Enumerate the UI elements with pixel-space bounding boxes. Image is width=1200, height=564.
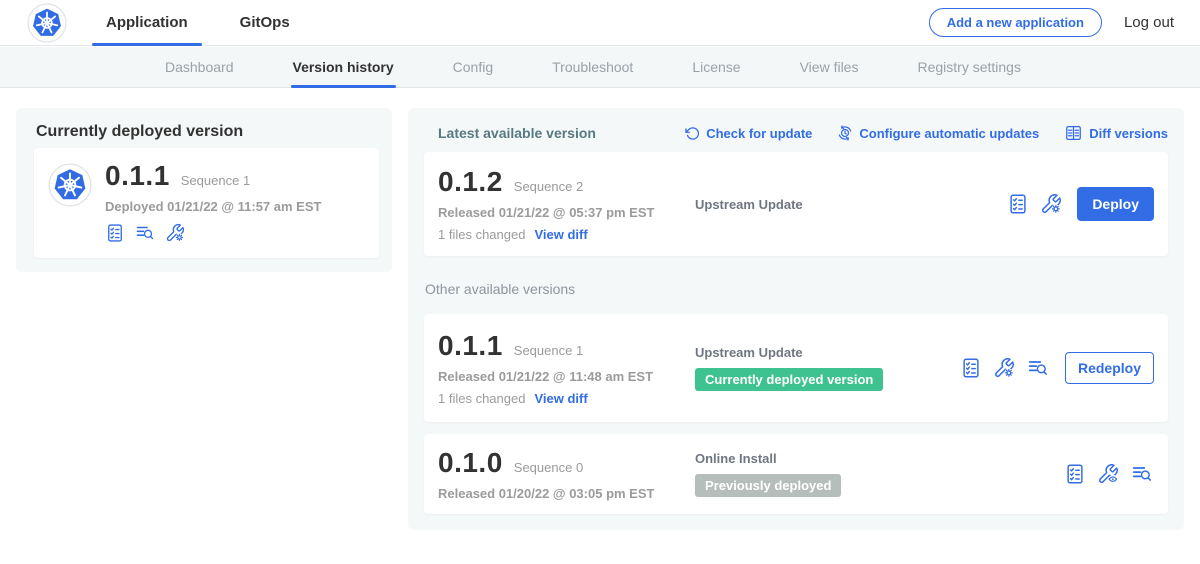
tab-application[interactable]: Application (92, 0, 202, 45)
subnav-config-label: Config (453, 59, 493, 75)
subnav-view-files[interactable]: View files (800, 47, 859, 87)
refresh-icon (685, 126, 700, 141)
subnav-dashboard[interactable]: Dashboard (165, 47, 234, 87)
currently-deployed-panel: Currently deployed version 0.1.1 Sequenc… (16, 108, 392, 272)
version-info: 0.1.1 Sequence 1 Released 01/21/22 @ 11:… (438, 330, 695, 406)
subnav-config[interactable]: Config (453, 47, 493, 87)
version-row-0.1.0: 0.1.0 Sequence 0 Released 01/20/22 @ 03:… (424, 434, 1168, 514)
app-logo-icon (48, 163, 92, 207)
edit-config-icon[interactable] (1040, 193, 1062, 215)
view-diff-link[interactable]: View diff (534, 391, 587, 406)
subnav-registry-settings[interactable]: Registry settings (917, 47, 1020, 87)
deployed-version-number: 0.1.1 (105, 160, 170, 192)
subnav-troubleshoot[interactable]: Troubleshoot (552, 47, 633, 87)
version-number: 0.1.1 (438, 330, 503, 362)
configure-automatic-updates-label: Configure automatic updates (859, 126, 1039, 141)
latest-version-header: Latest available version Check for updat… (438, 124, 1168, 142)
app-subnav: Dashboard Version history Config Trouble… (0, 47, 1200, 88)
subnav-license[interactable]: License (692, 47, 740, 87)
deployed-timestamp: Deployed 01/21/22 @ 11:57 am EST (105, 199, 321, 214)
other-versions-title: Other available versions (425, 281, 575, 297)
view-logs-icon[interactable] (134, 223, 156, 243)
top-header: Application GitOps Add a new application… (0, 0, 1200, 46)
edit-config-icon[interactable] (993, 357, 1015, 379)
diff-versions-link[interactable]: Diff versions (1064, 124, 1168, 142)
preflight-checks-icon[interactable] (960, 357, 982, 379)
currently-deployed-badge: Currently deployed version (695, 368, 883, 391)
logout-link[interactable]: Log out (1124, 14, 1174, 31)
source-label: Online Install (695, 451, 905, 466)
version-source: Upstream Update (695, 197, 905, 212)
deployed-sequence: Sequence 1 (181, 173, 250, 188)
version-row-0.1.1: 0.1.1 Sequence 1 Released 01/21/22 @ 11:… (424, 314, 1168, 422)
check-for-update-link[interactable]: Check for update (685, 126, 812, 141)
release-timestamp: Released 01/21/22 @ 11:48 am EST (438, 369, 695, 384)
edit-config-icon[interactable] (165, 223, 185, 243)
version-number: 0.1.2 (438, 166, 503, 198)
latest-version-title: Latest available version (438, 125, 596, 141)
deployed-icon-actions (105, 223, 321, 243)
diff-versions-label: Diff versions (1089, 126, 1168, 141)
add-application-button[interactable]: Add a new application (929, 8, 1102, 37)
tab-gitops-label: GitOps (240, 14, 290, 31)
version-info: 0.1.2 Sequence 2 Released 01/21/22 @ 05:… (438, 166, 695, 242)
subnav-view-files-label: View files (800, 59, 859, 75)
files-changed-label: 1 files changed (438, 227, 525, 242)
version-row-actions: Redeploy (960, 352, 1154, 384)
version-source: Online Install Previously deployed (695, 451, 905, 497)
preflight-checks-icon[interactable] (1007, 193, 1029, 215)
configure-automatic-updates-link[interactable]: Configure automatic updates (837, 125, 1039, 141)
view-logs-icon[interactable] (1130, 463, 1154, 485)
preflight-checks-icon[interactable] (1064, 463, 1086, 485)
subnav-license-label: License (692, 59, 740, 75)
version-row-actions (1064, 463, 1154, 485)
view-diff-link[interactable]: View diff (534, 227, 587, 242)
subnav-troubleshoot-label: Troubleshoot (552, 59, 633, 75)
deployed-version-info: 0.1.1 Sequence 1 Deployed 01/21/22 @ 11:… (105, 160, 321, 246)
subnav-version-history[interactable]: Version history (293, 47, 394, 87)
previously-deployed-badge: Previously deployed (695, 474, 841, 497)
version-info: 0.1.0 Sequence 0 Released 01/20/22 @ 03:… (438, 447, 695, 501)
release-timestamp: Released 01/20/22 @ 03:05 pm EST (438, 486, 695, 501)
version-sequence: Sequence 0 (514, 460, 583, 475)
clock-refresh-icon (837, 125, 853, 141)
version-row-actions: Deploy (1007, 187, 1154, 221)
redeploy-button[interactable]: Redeploy (1065, 352, 1154, 384)
view-logs-icon[interactable] (1026, 357, 1050, 379)
view-config-icon[interactable] (1097, 463, 1119, 485)
version-sequence: Sequence 1 (514, 343, 583, 358)
version-number: 0.1.0 (438, 447, 503, 479)
kubernetes-logo-icon (27, 3, 67, 43)
preflight-checks-icon[interactable] (105, 223, 125, 243)
deploy-button[interactable]: Deploy (1077, 187, 1154, 221)
files-changed-label: 1 files changed (438, 391, 525, 406)
tab-gitops[interactable]: GitOps (226, 0, 304, 45)
release-timestamp: Released 01/21/22 @ 05:37 pm EST (438, 205, 695, 220)
version-row-0.1.2: 0.1.2 Sequence 2 Released 01/21/22 @ 05:… (424, 152, 1168, 256)
currently-deployed-title: Currently deployed version (36, 123, 243, 141)
subnav-dashboard-label: Dashboard (165, 59, 234, 75)
source-label: Upstream Update (695, 345, 905, 360)
version-actions: Check for update Configure automatic upd… (685, 124, 1168, 142)
version-sequence: Sequence 2 (514, 179, 583, 194)
diff-icon (1064, 124, 1083, 142)
header-tabs: Application GitOps (92, 0, 304, 45)
source-label: Upstream Update (695, 197, 905, 212)
subnav-version-history-label: Version history (293, 59, 394, 75)
version-source: Upstream Update Currently deployed versi… (695, 345, 905, 391)
subnav-registry-settings-label: Registry settings (917, 59, 1020, 75)
check-for-update-label: Check for update (706, 126, 812, 141)
header-actions: Add a new application Log out (929, 8, 1200, 37)
version-history-panel: Latest available version Check for updat… (408, 108, 1184, 530)
deployed-version-card: 0.1.1 Sequence 1 Deployed 01/21/22 @ 11:… (34, 148, 379, 258)
tab-application-label: Application (106, 14, 188, 31)
